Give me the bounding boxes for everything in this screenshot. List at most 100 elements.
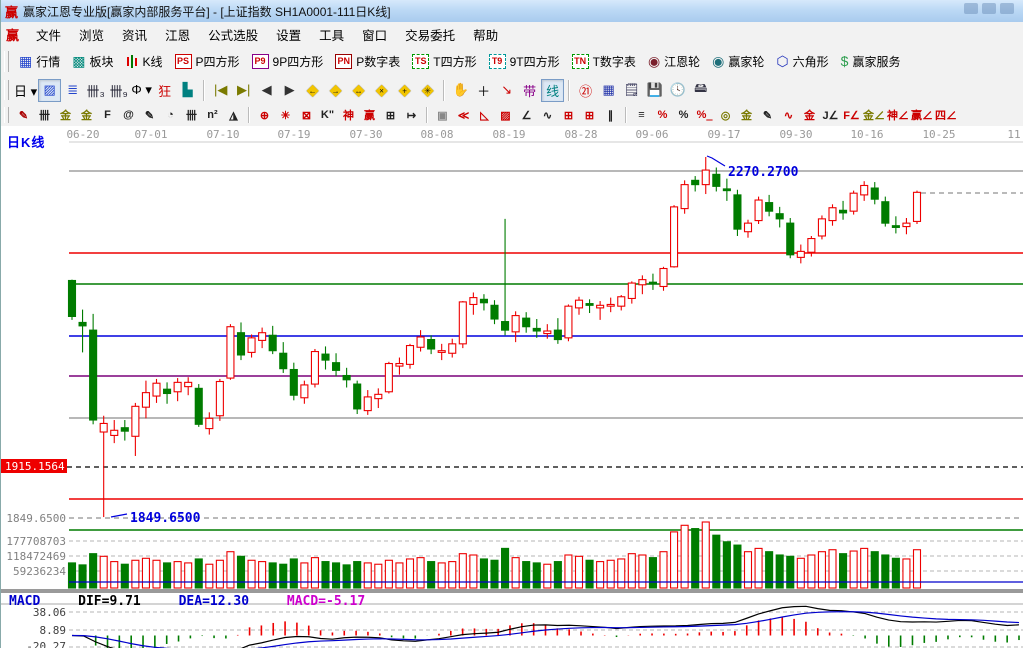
ray-fan-tool[interactable]: ≪ xyxy=(453,105,474,125)
gold-grid-tool-1[interactable]: 金 xyxy=(55,105,76,125)
toolbar-button-gann-wheel[interactable]: ◉江恩轮 xyxy=(642,52,706,71)
toolbar-button-t-square[interactable]: TST四方形 xyxy=(406,52,482,71)
net-box-tool[interactable]: ▨ xyxy=(495,105,516,125)
hand-tool-button[interactable]: ✋ xyxy=(449,79,472,102)
menu-item-公式选股[interactable]: 公式选股 xyxy=(199,23,267,46)
menu-item-江恩[interactable]: 江恩 xyxy=(156,23,199,46)
menu-item-帮助[interactable]: 帮助 xyxy=(464,23,507,46)
export-button[interactable]: 🖴 xyxy=(689,79,712,102)
target-circle-tool[interactable]: ⊕ xyxy=(254,105,275,125)
menu-item-资讯[interactable]: 资讯 xyxy=(113,23,156,46)
marker-pen-tool[interactable]: ✎ xyxy=(139,105,160,125)
period-day-dropdown[interactable]: 日 ▾ xyxy=(13,79,38,102)
zoom-in-diamond-button[interactable]: ◆+ xyxy=(393,79,416,102)
box-x-tool[interactable]: ⊠ xyxy=(296,105,317,125)
fence-tool-2[interactable]: 卌 xyxy=(181,105,202,125)
kline-chart[interactable]: 06-2007-0107-1007-1907-3008-0808-1908-28… xyxy=(1,126,1023,648)
parallel-lines-tool[interactable]: ∥ xyxy=(600,105,621,125)
flag-pen-tool[interactable]: ✎ xyxy=(757,105,778,125)
pan-right-diamond-button[interactable]: ◆→ xyxy=(324,79,347,102)
notepad-button[interactable]: 🗒 xyxy=(620,79,643,102)
toolbar-button-winner-wheel[interactable]: ◉赢家轮 xyxy=(706,52,770,71)
numbered-grid-tool[interactable]: ⊞ xyxy=(380,105,401,125)
overlay-curve-button[interactable]: ▨ xyxy=(38,79,61,102)
toolbar-button-p-square[interactable]: PSP四方形 xyxy=(169,52,246,71)
pointer-tool-button[interactable]: ↘ xyxy=(495,79,518,102)
pan-left-diamond-button[interactable]: ◆← xyxy=(301,79,324,102)
wave-9-button[interactable]: 卌₉ xyxy=(107,79,130,102)
toolbar-button-9t-square[interactable]: T99T四方形 xyxy=(483,52,566,71)
percent-tool[interactable]: % xyxy=(673,105,694,125)
calendar-21-button[interactable]: ㉑ xyxy=(574,79,597,102)
n-square-tool[interactable]: n² xyxy=(202,105,223,125)
gold-circle-tool[interactable]: ◎ xyxy=(715,105,736,125)
candle-style-dropdown[interactable]: Φ ▾ xyxy=(130,79,153,102)
menu-item-设置[interactable]: 设置 xyxy=(267,23,310,46)
range-arrow-tool[interactable]: ↦ xyxy=(401,105,422,125)
menu-item-窗口[interactable]: 窗口 xyxy=(353,23,396,46)
k-quote-tool[interactable]: K" xyxy=(317,105,338,125)
step-back-button[interactable]: ◀ xyxy=(255,79,278,102)
f-angle-tool[interactable]: F∠ xyxy=(841,105,862,125)
f-grid-tool[interactable]: F xyxy=(97,105,118,125)
toolbar-button-winner-service[interactable]: $赢家服务 xyxy=(835,52,907,71)
wave-3-button[interactable]: 卌₃ xyxy=(84,79,107,102)
calculator-button[interactable]: ▦ xyxy=(597,79,620,102)
info-panel-button[interactable]: ≣ xyxy=(61,79,84,102)
menu-item-交易委托[interactable]: 交易委托 xyxy=(396,23,464,46)
angle-a-tool[interactable]: ◮ xyxy=(223,105,244,125)
zigzag-tool[interactable]: ∿ xyxy=(537,105,558,125)
pan-both-diamond-button[interactable]: ◆↔ xyxy=(347,79,370,102)
restore-button[interactable] xyxy=(982,3,996,14)
step-forward-button[interactable]: ▶ xyxy=(278,79,301,102)
red-grid-tool-1[interactable]: ⊞ xyxy=(558,105,579,125)
ruler-tool[interactable]: ≡ xyxy=(631,105,652,125)
toolbar-button-kline[interactable]: K线 xyxy=(120,52,169,71)
zoom-all-diamond-button[interactable]: ◆✳ xyxy=(416,79,439,102)
toolbar-button-hexagon[interactable]: ⬡六角形 xyxy=(770,52,834,71)
toolbar-grip[interactable] xyxy=(4,107,9,122)
ying-angle-tool[interactable]: 赢∠ xyxy=(910,105,934,125)
chart-area[interactable]: 日K线 MACD DIF=9.71 DEA=12.30 MACD=-5.17 0… xyxy=(1,126,1023,648)
gold-angle-tool[interactable]: 金∠ xyxy=(862,105,886,125)
zoom-out-diamond-button[interactable]: ◆× xyxy=(370,79,393,102)
close-button[interactable] xyxy=(1000,3,1014,14)
time-circle-tool[interactable]: ◔ xyxy=(160,105,181,125)
angle-lines-tool[interactable]: ∠ xyxy=(516,105,537,125)
shen-grid-tool[interactable]: 神 xyxy=(338,105,359,125)
gold-line-tool[interactable]: 金 xyxy=(736,105,757,125)
line-tool-button[interactable]: 线 xyxy=(541,79,564,102)
j-angle-tool[interactable]: J∠ xyxy=(820,105,841,125)
ying-box-tool[interactable]: 赢 xyxy=(359,105,380,125)
gold-angle-tool-0[interactable]: 金 xyxy=(799,105,820,125)
toolbar-grip[interactable] xyxy=(4,80,9,100)
jump-first-button[interactable]: |◀ xyxy=(209,79,232,102)
toolbar-grip[interactable] xyxy=(4,51,9,72)
save-button[interactable]: 💾 xyxy=(643,79,666,102)
red-grid-tool-2[interactable]: ⊞ xyxy=(579,105,600,125)
toolbar-button-p-number-table[interactable]: PNP数字表 xyxy=(329,52,406,71)
toolbar-button-sectors[interactable]: ▩板块 xyxy=(66,52,119,71)
toolbar-button-quotes-grid[interactable]: ▦行情 xyxy=(13,52,66,71)
band-tool-button[interactable]: 带 xyxy=(518,79,541,102)
crosshair-tool-button[interactable]: ＋ xyxy=(472,79,495,102)
histogram-button[interactable]: ▙ xyxy=(176,79,199,102)
corner-rays-tool[interactable]: ◺ xyxy=(474,105,495,125)
frame-tool[interactable]: ▣ xyxy=(432,105,453,125)
gold-grid-tool-2[interactable]: 金 xyxy=(76,105,97,125)
shen-angle-tool[interactable]: 神∠ xyxy=(886,105,910,125)
menu-item-文件[interactable]: 文件 xyxy=(27,23,70,46)
percent-strike-tool[interactable]: % xyxy=(652,105,673,125)
minimize-button[interactable] xyxy=(964,3,978,14)
pencil-tool[interactable]: ✎ xyxy=(13,105,34,125)
wave-tool[interactable]: ∿ xyxy=(778,105,799,125)
save-clock-button[interactable]: 🕓 xyxy=(666,79,689,102)
jump-last-button[interactable]: ▶| xyxy=(232,79,255,102)
starburst-tool[interactable]: ✳ xyxy=(275,105,296,125)
si-angle-tool[interactable]: 四∠ xyxy=(934,105,958,125)
toolbar-button-t-number-table[interactable]: TNT数字表 xyxy=(566,52,642,71)
spiral-tool[interactable]: @ xyxy=(118,105,139,125)
menu-item-浏览[interactable]: 浏览 xyxy=(70,23,113,46)
grid-fence-tool[interactable]: 卌 xyxy=(34,105,55,125)
percent-line-tool[interactable]: %‗ xyxy=(694,105,715,125)
